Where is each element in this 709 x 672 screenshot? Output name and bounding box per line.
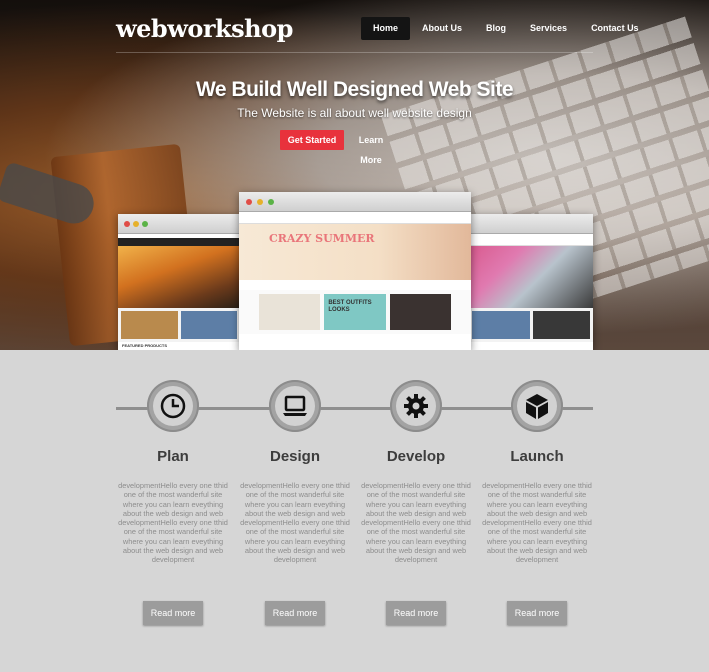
maximize-dot-icon bbox=[268, 199, 274, 205]
close-dot-icon bbox=[124, 221, 130, 227]
site-header: webworkshop Home About Us Blog Services … bbox=[0, 0, 709, 56]
step-icon-circle bbox=[269, 380, 321, 432]
read-more-button[interactable]: Read more bbox=[386, 601, 446, 625]
mockup-thumbnail bbox=[121, 311, 178, 339]
step-icon-circle bbox=[390, 380, 442, 432]
step-title: Plan bbox=[157, 448, 189, 465]
hero-title: We Build Well Designed Web Site bbox=[195, 78, 514, 101]
mockup-topbar bbox=[469, 234, 593, 246]
mockup-product-tile bbox=[259, 294, 321, 330]
mockup-topbar bbox=[239, 212, 471, 224]
mockup-thumbnail bbox=[532, 311, 590, 339]
mockup-thumbnail-strip bbox=[469, 308, 593, 342]
mockup-product-tile bbox=[389, 294, 451, 330]
step-develop: Develop developmentHello every one tthid… bbox=[357, 380, 475, 625]
step-description: developmentHello every one tthid one of … bbox=[361, 481, 471, 565]
mockup-thumbnail bbox=[180, 311, 237, 339]
step-icon-circle bbox=[147, 380, 199, 432]
mockup-tile-text: BEST OUTFITS LOOKS bbox=[328, 300, 372, 313]
browser-mockup-left: FEATURED PRODUCTS bbox=[118, 214, 240, 350]
main-nav: Home About Us Blog Services Contact Us bbox=[361, 17, 651, 40]
mockup-caption: FEATURED PRODUCTS bbox=[122, 343, 168, 348]
nav-item-about-us[interactable]: About Us bbox=[410, 17, 474, 40]
mockup-slider-dots bbox=[239, 280, 471, 290]
step-title: Develop bbox=[386, 448, 446, 465]
mockup-thumbnail bbox=[472, 311, 530, 339]
mockup-product-row: BEST OUTFITS LOOKS bbox=[239, 290, 471, 334]
browser-titlebar bbox=[118, 214, 240, 234]
laptop-icon bbox=[283, 395, 307, 416]
browser-titlebar bbox=[239, 192, 471, 212]
cube-icon bbox=[526, 394, 548, 419]
minimize-dot-icon bbox=[257, 199, 263, 205]
process-section: Plan developmentHello every one tthid on… bbox=[0, 350, 709, 672]
header-divider bbox=[116, 52, 593, 53]
mockup-hero-image bbox=[118, 246, 240, 308]
step-description: developmentHello every one tthid one of … bbox=[118, 481, 228, 565]
mockup-thumbnail-strip bbox=[118, 308, 240, 342]
hero-subtitle: The Website is all about well website de… bbox=[237, 106, 472, 120]
mockup-product-tile: BEST OUTFITS LOOKS bbox=[324, 294, 386, 330]
read-more-button[interactable]: Read more bbox=[507, 601, 567, 625]
mockup-nav bbox=[118, 238, 240, 246]
step-title: Design bbox=[269, 448, 320, 465]
browser-mockup-right bbox=[469, 214, 593, 350]
mockup-hero-image bbox=[469, 246, 593, 308]
get-started-button[interactable]: Get Started bbox=[280, 130, 344, 150]
site-logo[interactable]: webworkshop bbox=[116, 14, 293, 43]
step-plan: Plan developmentHello every one tthid on… bbox=[114, 380, 232, 625]
minimize-dot-icon bbox=[133, 221, 139, 227]
nav-item-contact-us[interactable]: Contact Us bbox=[579, 17, 651, 40]
step-design: Design developmentHello every one tthid … bbox=[236, 380, 354, 625]
read-more-button[interactable]: Read more bbox=[143, 601, 203, 625]
browser-titlebar bbox=[469, 214, 593, 234]
read-more-button[interactable]: Read more bbox=[265, 601, 325, 625]
step-icon-circle bbox=[511, 380, 563, 432]
mockup-summer-banner: CRAZY SUMMER bbox=[239, 224, 471, 280]
clock-icon bbox=[160, 393, 186, 419]
step-description: developmentHello every one tthid one of … bbox=[482, 481, 592, 565]
step-title: Launch bbox=[510, 448, 564, 465]
gear-icon bbox=[404, 394, 428, 418]
nav-item-blog[interactable]: Blog bbox=[474, 17, 518, 40]
learn-more-button[interactable]: Learn More bbox=[347, 130, 395, 165]
step-description: developmentHello every one tthid one of … bbox=[240, 481, 350, 565]
hero-section: webworkshop Home About Us Blog Services … bbox=[0, 0, 709, 350]
nav-item-home[interactable]: Home bbox=[361, 17, 411, 40]
nav-item-services[interactable]: Services bbox=[518, 17, 579, 40]
maximize-dot-icon bbox=[142, 221, 148, 227]
step-launch: Launch developmentHello every one tthid … bbox=[478, 380, 596, 625]
close-dot-icon bbox=[246, 199, 252, 205]
mockup-banner-text: CRAZY SUMMER bbox=[269, 232, 375, 245]
browser-mockup-center: CRAZY SUMMER BEST OUTFITS LOOKS bbox=[239, 192, 471, 350]
